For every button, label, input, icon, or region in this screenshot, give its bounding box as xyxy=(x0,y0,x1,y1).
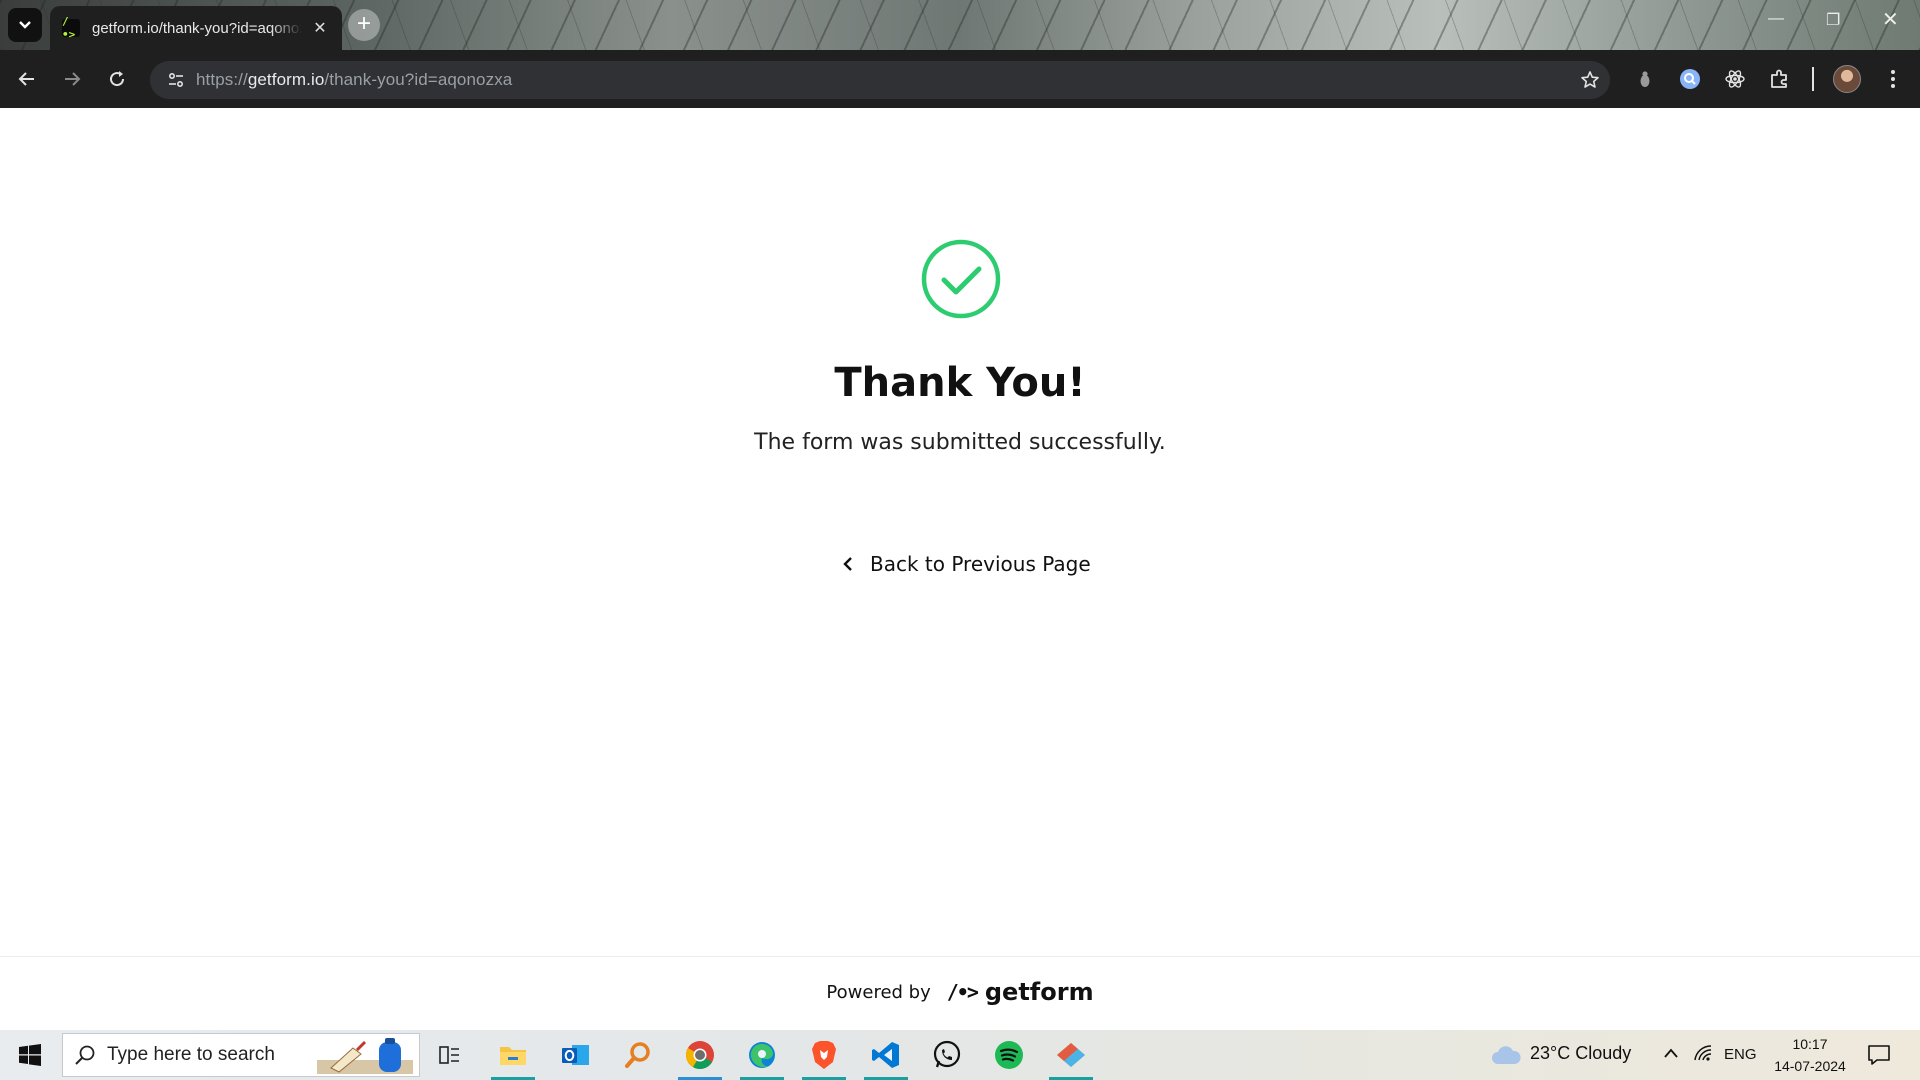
restore-icon[interactable]: ❐ xyxy=(1826,10,1840,30)
spotify-icon xyxy=(995,1041,1023,1069)
powered-by-label: Powered by xyxy=(826,981,931,1003)
site-info-icon[interactable] xyxy=(156,71,196,89)
search-icon xyxy=(63,1044,107,1066)
edge-button[interactable] xyxy=(737,1035,787,1080)
bookmark-star-icon[interactable] xyxy=(1570,70,1610,90)
chevron-left-icon xyxy=(842,556,866,572)
getform-logo-icon: /•> xyxy=(946,980,979,1004)
footer-divider xyxy=(0,956,1920,957)
chevron-down-icon xyxy=(19,21,31,29)
vscode-button[interactable] xyxy=(861,1035,911,1080)
close-window-icon[interactable]: ✕ xyxy=(1882,7,1899,32)
spotify-button[interactable] xyxy=(984,1035,1034,1075)
arrow-left-icon xyxy=(18,72,34,86)
new-tab-button[interactable]: + xyxy=(348,9,380,41)
page-title: Thank You! xyxy=(834,360,1086,406)
windows-logo-icon xyxy=(19,1044,41,1066)
whatsapp-icon xyxy=(933,1040,961,1068)
page-content: Thank You! The form was submitted succes… xyxy=(0,108,1920,1030)
search-highlight-art-icon xyxy=(317,1038,413,1074)
reload-icon xyxy=(110,71,125,87)
toolbar-divider xyxy=(1812,67,1814,91)
back-to-previous-page-link[interactable]: Back to Previous Page xyxy=(842,549,1091,579)
task-view-icon xyxy=(439,1046,459,1064)
url-host: getform.io xyxy=(247,70,325,89)
extension-lens-icon[interactable] xyxy=(1677,66,1703,92)
system-clock[interactable]: 10:17 14-07-2024 xyxy=(1768,1033,1852,1077)
windows-taskbar: Type here to search 23°C Cloudy ENG 10:1… xyxy=(0,1030,1920,1080)
forward-button[interactable] xyxy=(55,62,89,96)
more-menu-icon[interactable] xyxy=(1880,66,1906,92)
git-app-icon xyxy=(1057,1043,1085,1067)
getform-favicon-icon: /•> xyxy=(62,15,80,41)
url-path: /thank-you?id=aqonozxa xyxy=(324,70,513,89)
cloud-icon xyxy=(1490,1045,1522,1070)
outlook-button[interactable] xyxy=(551,1035,601,1075)
extension-bug-icon[interactable] xyxy=(1632,66,1658,92)
arrow-right-icon xyxy=(65,72,81,86)
back-link-label: Back to Previous Page xyxy=(870,552,1091,576)
profile-avatar[interactable] xyxy=(1833,65,1861,93)
input-language-indicator[interactable]: ENG xyxy=(1724,1046,1757,1063)
reload-button[interactable] xyxy=(100,62,134,96)
show-hidden-icons-chevron-icon[interactable] xyxy=(1663,1046,1679,1064)
success-check-icon xyxy=(921,239,1001,319)
weather-widget[interactable]: 23°C Cloudy xyxy=(1530,1043,1631,1064)
address-bar[interactable]: https://getform.io/thank-you?id=aqonozxa xyxy=(150,61,1610,99)
taskbar-search-box[interactable]: Type here to search xyxy=(62,1033,420,1077)
extension-react-icon[interactable] xyxy=(1722,66,1748,92)
minimize-icon[interactable]: — xyxy=(1768,10,1784,28)
whatsapp-button[interactable] xyxy=(922,1035,972,1075)
success-message: The form was submitted successfully. xyxy=(754,430,1166,455)
wifi-icon[interactable] xyxy=(1693,1044,1713,1067)
search-app-button[interactable] xyxy=(613,1035,663,1075)
chrome-button[interactable] xyxy=(675,1035,725,1080)
edge-icon xyxy=(749,1042,775,1068)
git-client-button[interactable] xyxy=(1046,1035,1096,1080)
outlook-icon xyxy=(562,1045,589,1065)
getform-logo-text: getform xyxy=(984,978,1094,1006)
powered-by-footer[interactable]: Powered by /•> getform xyxy=(0,978,1920,1006)
chrome-icon xyxy=(686,1041,714,1069)
browser-titlebar: /•> getform.io/thank-you?id=aqonozxa ✕ +… xyxy=(0,0,1920,50)
notifications-icon[interactable] xyxy=(1868,1044,1890,1071)
file-explorer-button[interactable] xyxy=(488,1035,538,1080)
clock-date: 14-07-2024 xyxy=(1774,1058,1846,1074)
back-button[interactable] xyxy=(10,62,44,96)
task-view-button[interactable] xyxy=(425,1035,475,1075)
brave-button[interactable] xyxy=(799,1035,849,1080)
url-text[interactable]: https://getform.io/thank-you?id=aqonozxa xyxy=(196,70,1570,90)
url-prefix: https:// xyxy=(196,70,248,89)
tab-search-button[interactable] xyxy=(8,8,42,42)
start-button[interactable] xyxy=(0,1030,60,1080)
browser-tab-active[interactable]: /•> getform.io/thank-you?id=aqonozxa ✕ xyxy=(50,6,342,50)
close-tab-icon[interactable]: ✕ xyxy=(310,18,330,38)
browser-toolbar: https://getform.io/thank-you?id=aqonozxa xyxy=(0,50,1920,108)
vscode-icon xyxy=(872,1042,899,1068)
brave-lion-icon xyxy=(812,1041,836,1069)
search-placeholder: Type here to search xyxy=(107,1044,275,1065)
extensions-puzzle-icon[interactable] xyxy=(1767,66,1793,92)
folder-icon xyxy=(500,1047,526,1065)
clock-time: 10:17 xyxy=(1792,1036,1828,1052)
tab-title: getform.io/thank-you?id=aqonozxa xyxy=(92,19,302,37)
magnifier-app-icon xyxy=(625,1042,650,1068)
